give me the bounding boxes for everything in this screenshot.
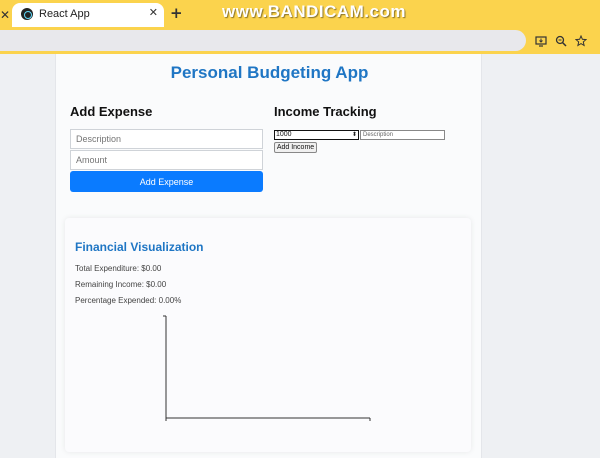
bookmark-star-icon[interactable] <box>574 34 588 49</box>
zoom-icon[interactable] <box>555 35 567 49</box>
add-expense-heading: Add Expense <box>70 104 153 119</box>
browser-tabstrip: ✕ React App ✕ + www.BANDICAM.com <box>0 0 600 27</box>
app-container: Personal Budgeting App Add Expense Add E… <box>55 54 482 458</box>
close-icon[interactable]: ✕ <box>0 8 10 22</box>
add-income-button[interactable]: Add Income <box>274 142 317 153</box>
page-title: Personal Budgeting App <box>170 63 369 82</box>
browser-tab[interactable]: React App ✕ <box>12 3 164 27</box>
spinner-icon[interactable]: ⬍ <box>352 131 357 139</box>
react-favicon-icon <box>21 8 33 20</box>
add-expense-button[interactable]: Add Expense <box>70 171 263 192</box>
income-tracking-heading: Income Tracking <box>274 104 377 119</box>
tab-title: React App <box>39 8 90 20</box>
income-amount-input[interactable]: 1000 ⬍ <box>274 130 359 140</box>
browser-toolbar <box>0 27 600 54</box>
expense-chart <box>163 315 371 421</box>
expense-description-input[interactable] <box>70 129 263 149</box>
expense-amount-input[interactable] <box>70 150 263 170</box>
new-tab-icon[interactable]: + <box>170 4 183 22</box>
install-app-icon[interactable] <box>535 35 547 49</box>
close-tab-icon[interactable]: ✕ <box>149 6 158 19</box>
address-bar[interactable] <box>0 30 526 51</box>
income-description-input[interactable]: Description <box>360 130 445 140</box>
watermark: www.BANDICAM.com <box>222 2 406 21</box>
visualization-card: Financial Visualization Total Expenditur… <box>65 218 471 452</box>
income-amount-value: 1000 <box>276 131 292 138</box>
page-viewport: Personal Budgeting App Add Expense Add E… <box>0 54 600 458</box>
